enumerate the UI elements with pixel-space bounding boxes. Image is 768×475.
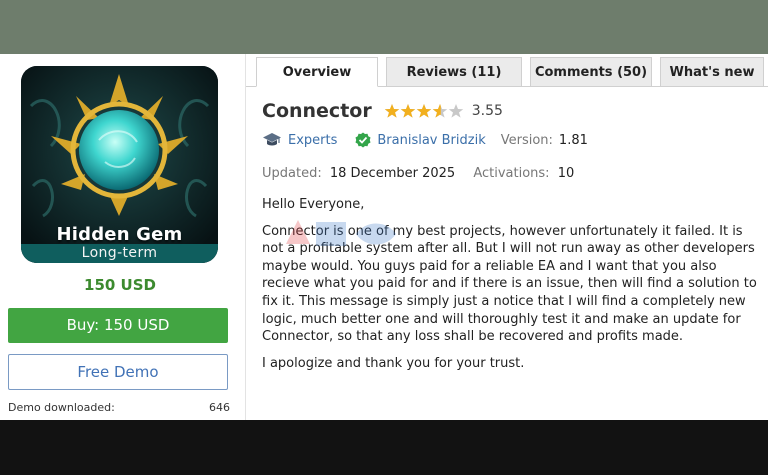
graduation-cap-icon xyxy=(263,133,281,146)
buy-button[interactable]: Buy: 150 USD xyxy=(8,308,228,343)
updated-value: 18 December 2025 xyxy=(329,166,456,181)
star-icon xyxy=(416,104,431,118)
product-image[interactable]: Hidden Gem Long-term xyxy=(21,66,218,263)
tab-overview[interactable]: Overview xyxy=(256,57,378,87)
top-background-band xyxy=(0,0,768,54)
version-value: 1.81 xyxy=(558,132,588,148)
product-title: Connector xyxy=(262,100,372,122)
image-title: Hidden Gem xyxy=(56,224,183,245)
category-link[interactable]: Experts xyxy=(288,133,337,148)
tab-reviews[interactable]: Reviews (11) xyxy=(386,57,522,87)
free-demo-button[interactable]: Free Demo xyxy=(8,354,228,390)
activations-value: 10 xyxy=(557,166,575,181)
paragraph-greeting: Hello Everyone, xyxy=(262,197,365,212)
product-price: 150 USD xyxy=(84,276,156,294)
activations-label: Activations: xyxy=(473,166,550,181)
title-row: Connector 3.55 xyxy=(262,100,503,122)
meta-row: Experts Branislav Bridzik Version: 1.81 xyxy=(262,132,588,148)
demo-downloaded-label: Demo downloaded: xyxy=(8,401,115,414)
demo-downloaded-row: Demo downloaded: 646 xyxy=(8,401,230,414)
star-icon xyxy=(448,104,463,118)
paragraph-closing: I apologize and thank you for your trust… xyxy=(262,355,525,371)
tab-comments[interactable]: Comments (50) xyxy=(530,57,652,87)
star-icon xyxy=(384,104,399,118)
star-icon xyxy=(400,104,415,118)
tab-whats-new[interactable]: What's new xyxy=(660,57,764,87)
author-link[interactable]: Branislav Bridzik xyxy=(377,133,485,148)
product-sidebar: Hidden Gem Long-term 150 USD Buy: 150 US… xyxy=(0,54,246,420)
watermark-logo xyxy=(286,220,396,246)
update-row: Updated: 18 December 2025 Activations: 1… xyxy=(262,166,574,181)
version-label: Version: xyxy=(500,132,553,148)
updated-label: Updated: xyxy=(262,166,322,181)
image-subtitle: Long-term xyxy=(21,244,218,263)
star-icon xyxy=(432,104,447,118)
bottom-background-band xyxy=(0,420,768,475)
verified-check-icon xyxy=(355,132,371,148)
rating-value: 3.55 xyxy=(471,103,503,119)
demo-downloaded-count: 646 xyxy=(209,401,230,414)
rating-stars[interactable] xyxy=(384,103,464,119)
